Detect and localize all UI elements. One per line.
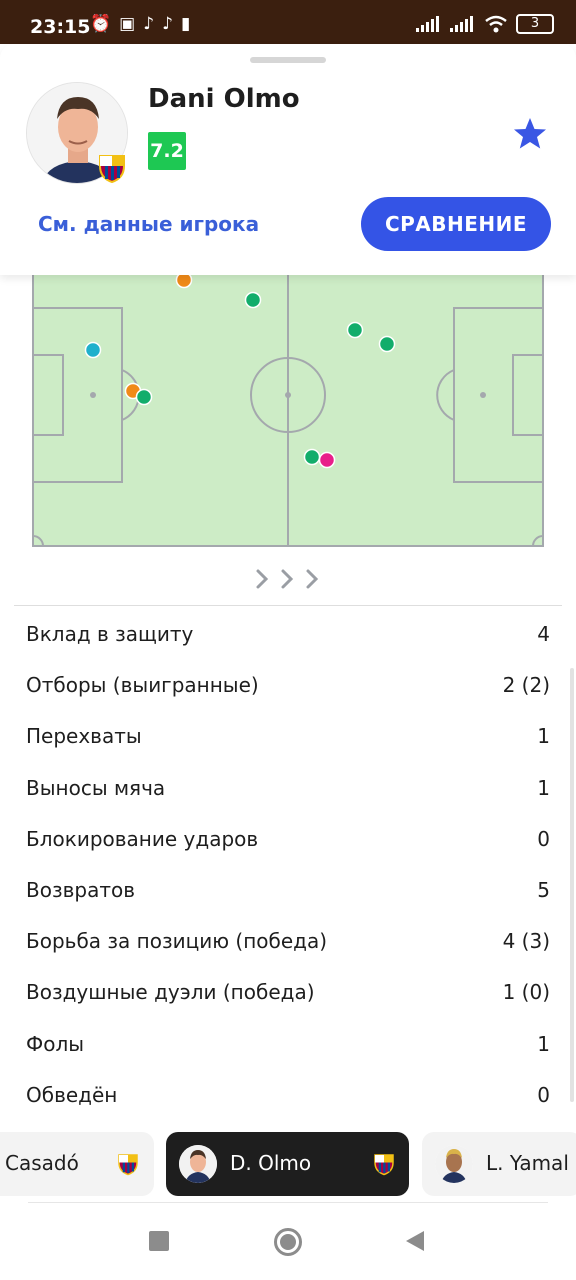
club-badge-icon — [374, 1154, 394, 1176]
battery-icon: 3 — [516, 14, 554, 34]
player-chip-name: D. Olmo — [230, 1151, 312, 1175]
stat-label: Фолы — [26, 1031, 85, 1056]
stat-row: Возвратов 5 — [0, 864, 576, 915]
compare-button[interactable]: СРАВНЕНИЕ — [361, 197, 551, 251]
player-chip-avatar — [435, 1145, 473, 1183]
player-chip-name: Casadó — [5, 1151, 79, 1175]
nfc-icon: ▣ — [119, 14, 136, 34]
event-dot[interactable] — [318, 451, 336, 469]
swipe-arrows-icon[interactable] — [252, 566, 324, 592]
stat-label: Борьба за позицию (победа) — [26, 929, 328, 954]
stat-label: Блокирование ударов — [26, 826, 259, 851]
event-dot[interactable] — [84, 341, 102, 359]
stat-value: 5 — [537, 877, 550, 902]
stat-row: Воздушные дуэли (победа) 1 (0) — [0, 966, 576, 1017]
status-time: 23:15 — [30, 16, 91, 38]
stat-label: Обведён — [26, 1082, 118, 1107]
drag-handle[interactable] — [250, 57, 326, 63]
player-chip-olmo[interactable]: D. Olmo — [166, 1132, 409, 1196]
player-rating: 7.2 — [148, 132, 186, 170]
stat-row: Блокирование ударов 0 — [0, 813, 576, 864]
stat-value: 1 — [537, 1031, 550, 1056]
stat-value: 4 (3) — [502, 929, 550, 954]
divider — [14, 605, 562, 606]
player-data-link[interactable]: См. данные игрока — [38, 212, 259, 236]
wifi-icon — [485, 15, 507, 33]
tiktok-icon: ♪ — [143, 14, 155, 34]
player-chip-casado[interactable]: Casadó — [0, 1132, 154, 1196]
back-icon[interactable] — [404, 1230, 426, 1252]
stat-row: Обведён 0 — [0, 1069, 576, 1120]
stat-label: Возвратов — [26, 877, 136, 902]
player-chip-avatar — [179, 1145, 217, 1183]
stat-label: Вклад в защиту — [26, 622, 194, 646]
stat-value: 2 (2) — [502, 673, 550, 698]
stat-value: 0 — [537, 826, 550, 851]
signal-icon — [450, 16, 473, 32]
stat-label: Перехваты — [26, 724, 142, 749]
player-header: Dani Olmo 7.2 См. данные игрока СРАВНЕНИ… — [0, 44, 576, 275]
club-badge-icon — [99, 155, 125, 184]
event-dot[interactable] — [346, 321, 364, 339]
status-bar: 23:15 ⏰ ▣ ♪ ♪ ▮ 3 — [0, 0, 576, 44]
stat-row: Фолы 1 — [0, 1018, 576, 1069]
stat-row: Отборы (выигранные) 2 (2) — [0, 659, 576, 710]
stat-value: 1 (0) — [502, 980, 550, 1005]
player-chip-yamal[interactable]: L. Yamal — [422, 1132, 576, 1196]
club-badge-icon — [118, 1154, 138, 1176]
scrollbar[interactable] — [570, 668, 574, 1102]
divider — [28, 1202, 548, 1203]
stats-list: Вклад в защиту 4 Отборы (выигранные) 2 (2)… — [0, 608, 576, 1120]
stat-row: Вклад в защиту 4 — [0, 608, 576, 659]
stat-label: Отборы (выигранные) — [26, 673, 259, 698]
player-switcher: Casadó D. Olmo L. Yamal — [0, 1132, 576, 1198]
signal-icon — [416, 16, 439, 32]
system-nav-bar — [0, 1204, 576, 1280]
stat-value: 0 — [537, 1082, 550, 1107]
stat-value: 1 — [537, 775, 550, 800]
stat-value: 4 — [537, 622, 550, 646]
stat-value: 1 — [537, 724, 550, 749]
status-left-icons: ⏰ ▣ ♪ ♪ ▮ — [90, 14, 190, 34]
event-dot[interactable] — [135, 388, 153, 406]
pitch-map — [32, 250, 544, 547]
event-dot[interactable] — [378, 335, 396, 353]
stat-row: Перехваты 1 — [0, 710, 576, 761]
recent-apps-icon[interactable] — [148, 1230, 170, 1252]
stat-label: Воздушные дуэли (победа) — [26, 980, 315, 1005]
event-dot[interactable] — [303, 448, 321, 466]
alarm-icon: ⏰ — [90, 14, 112, 34]
stat-row: Борьба за позицию (победа) 4 (3) — [0, 915, 576, 966]
home-icon[interactable] — [273, 1227, 303, 1257]
stat-row: Выносы мяча 1 — [0, 762, 576, 813]
player-name: Dani Olmo — [148, 84, 300, 114]
event-dot[interactable] — [244, 291, 262, 309]
star-icon[interactable] — [512, 116, 548, 152]
tiktok-icon: ♪ — [162, 14, 173, 34]
status-right-icons: 3 — [416, 14, 554, 34]
player-chip-name: L. Yamal — [486, 1151, 569, 1175]
battery-saver-icon: ▮ — [180, 14, 191, 34]
stat-label: Выносы мяча — [26, 775, 166, 800]
